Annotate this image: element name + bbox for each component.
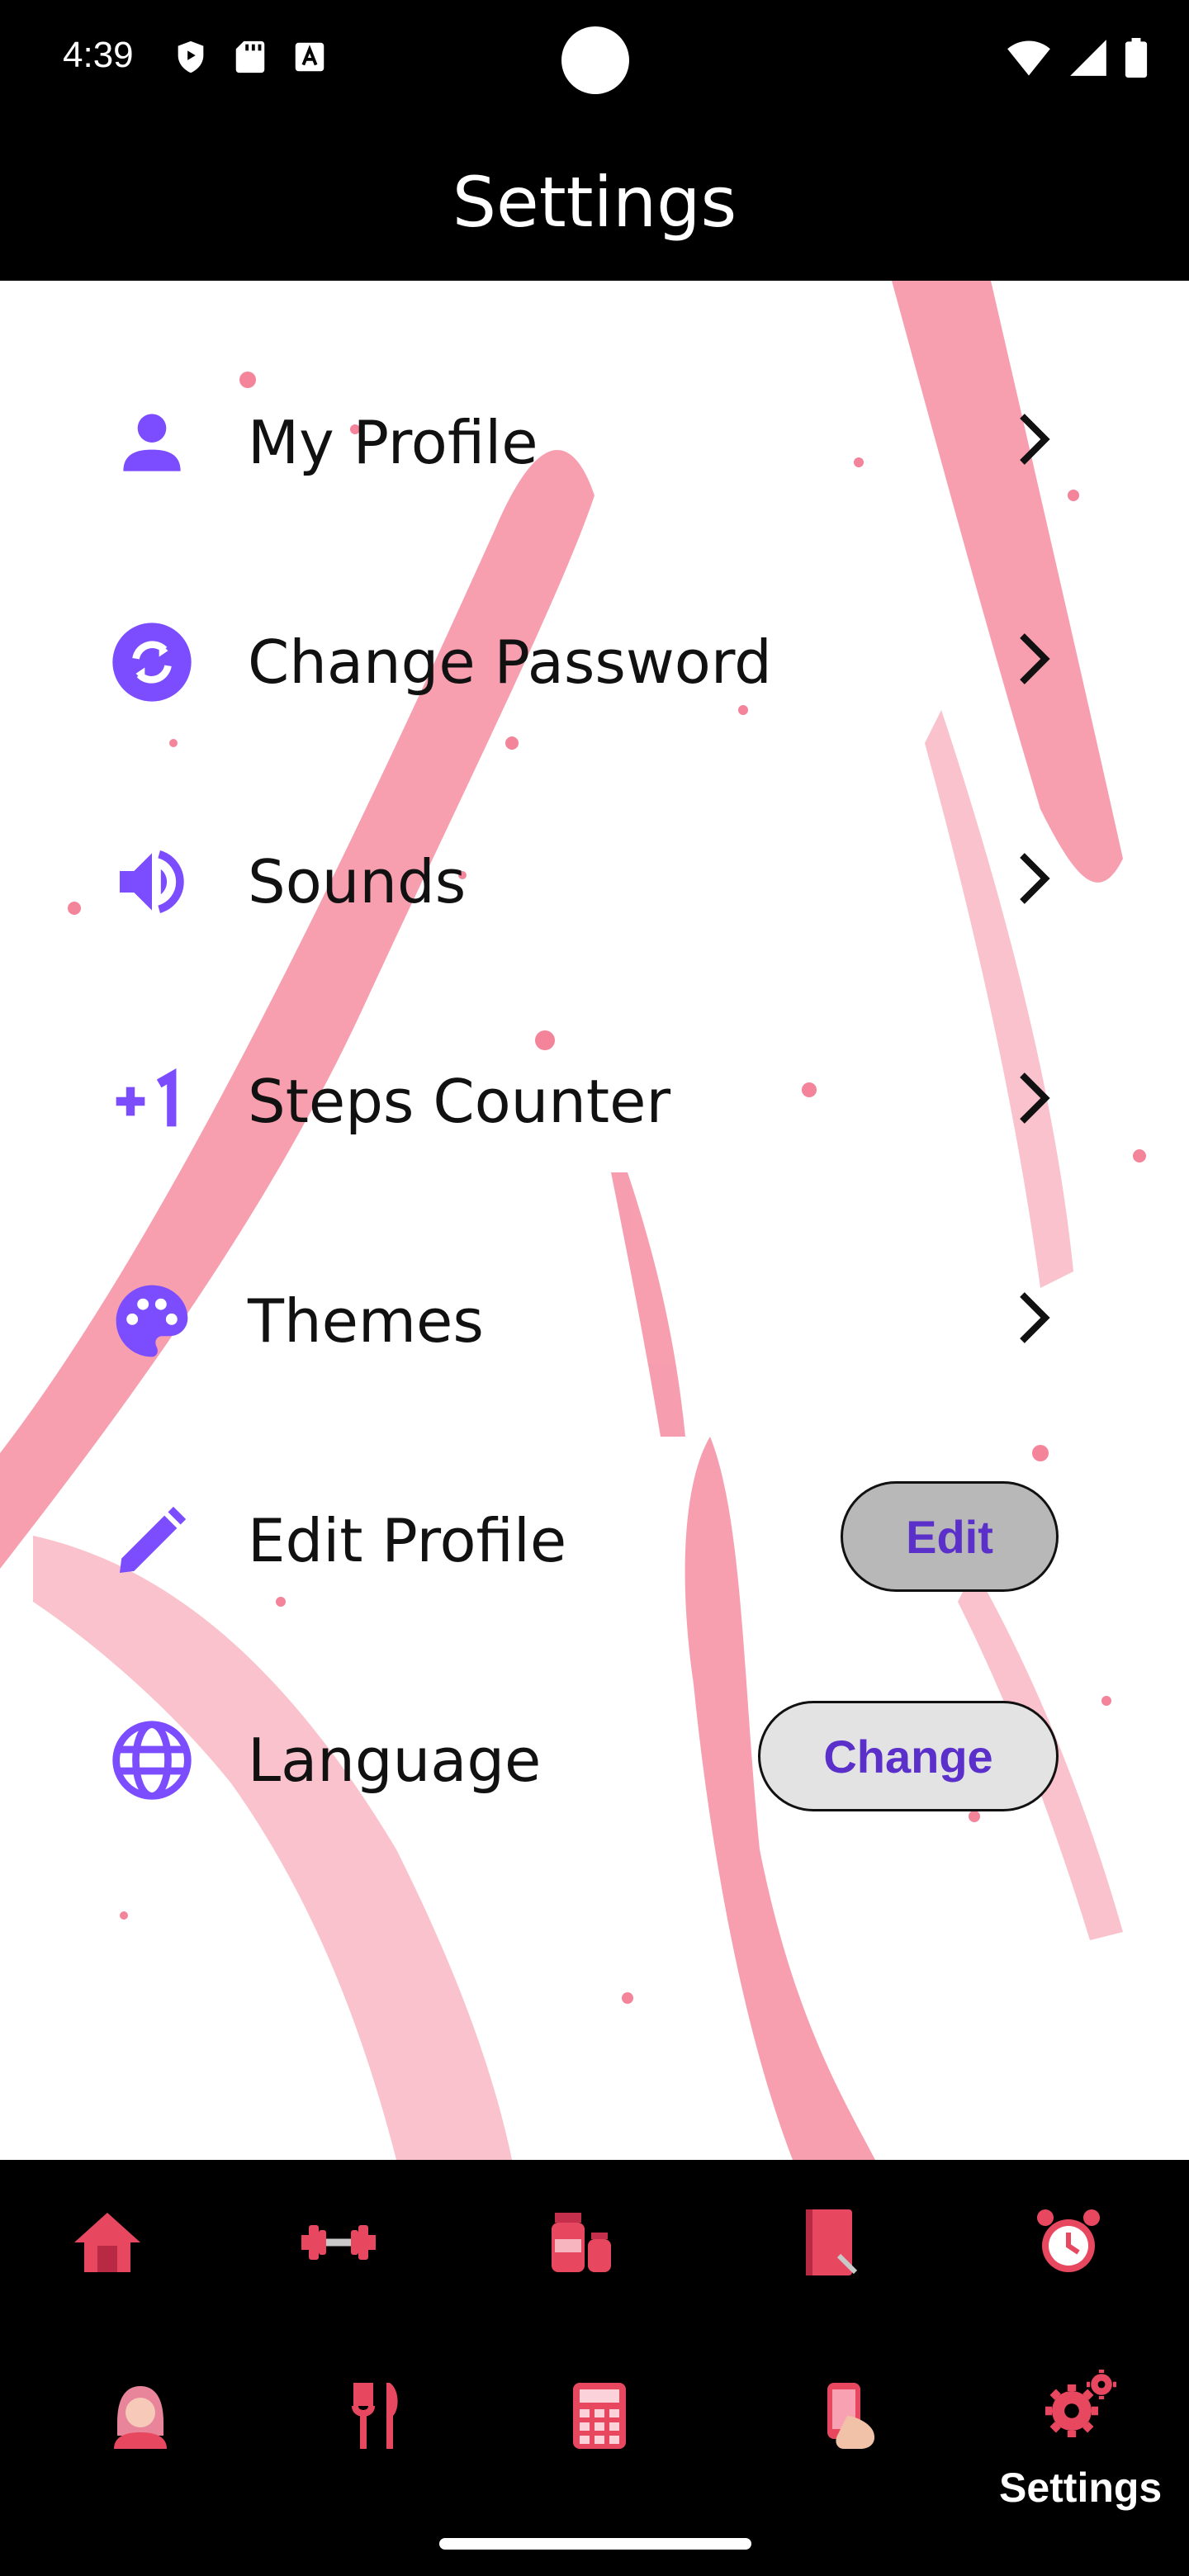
language-label: Language [248,1726,542,1795]
sd-card-icon [231,38,269,80]
pink-splatter-background [0,281,1146,2160]
my-profile-label: My Profile [248,408,538,477]
sounds-label: Sounds [248,847,467,916]
change-password-row[interactable]: Change Password [0,593,1189,725]
status-bar: 4:39 [0,0,1189,124]
volume-icon [109,839,195,925]
chevron-right-icon[interactable] [1009,1065,1059,1131]
plus-one-icon [109,1058,195,1144]
steps-counter-label: Steps Counter [248,1067,671,1136]
globe-icon [109,1717,195,1803]
my-profile-row[interactable]: My Profile [0,373,1189,505]
supplements-icon[interactable] [532,2193,631,2292]
settings-gears-icon[interactable] [1032,2355,1131,2454]
wifi-icon [1006,38,1052,82]
change-password-label: Change Password [248,627,772,697]
signal-icon [1068,38,1108,82]
chevron-right-icon[interactable] [1009,1285,1059,1351]
app-header: Settings [0,124,1189,281]
avatar-icon[interactable] [91,2366,190,2465]
bottom-navigation: Settings [0,2160,1189,2576]
edit-profile-button[interactable]: Edit [841,1481,1059,1592]
person-icon [109,400,195,485]
chevron-right-icon[interactable] [1009,406,1059,472]
phone-screen: 4:39 Settings My Profile Change Password… [0,0,1189,2576]
sync-icon [109,619,195,705]
steps-counter-row[interactable]: Steps Counter [0,1032,1189,1164]
sounds-row[interactable]: Sounds [0,812,1189,945]
settings-nav-label: Settings [999,2465,1163,2511]
change-language-button[interactable]: Change [758,1701,1059,1811]
alarm-clock-icon[interactable] [1019,2193,1118,2292]
page-title: Settings [452,162,737,243]
themes-label: Themes [248,1286,484,1356]
shield-icon [172,38,210,80]
camera-cutout [561,26,629,94]
phone-hand-icon[interactable] [798,2366,897,2465]
chevron-right-icon[interactable] [1009,845,1059,912]
chevron-right-icon[interactable] [1009,626,1059,692]
pencil-icon [109,1498,195,1584]
fork-knife-icon[interactable] [327,2366,426,2465]
dumbbell-icon[interactable] [289,2193,388,2292]
home-icon[interactable] [58,2193,157,2292]
keyboard-a-icon [291,38,329,80]
palette-icon [109,1278,195,1364]
calculator-icon[interactable] [550,2366,649,2465]
notebook-icon[interactable] [779,2193,879,2292]
themes-row[interactable]: Themes [0,1252,1189,1384]
battery-icon [1125,38,1148,82]
settings-content: My Profile Change Password Sounds Steps … [0,281,1189,2160]
edit-profile-label: Edit Profile [248,1506,567,1575]
home-indicator[interactable] [439,2538,751,2550]
status-time: 4:39 [63,35,134,75]
